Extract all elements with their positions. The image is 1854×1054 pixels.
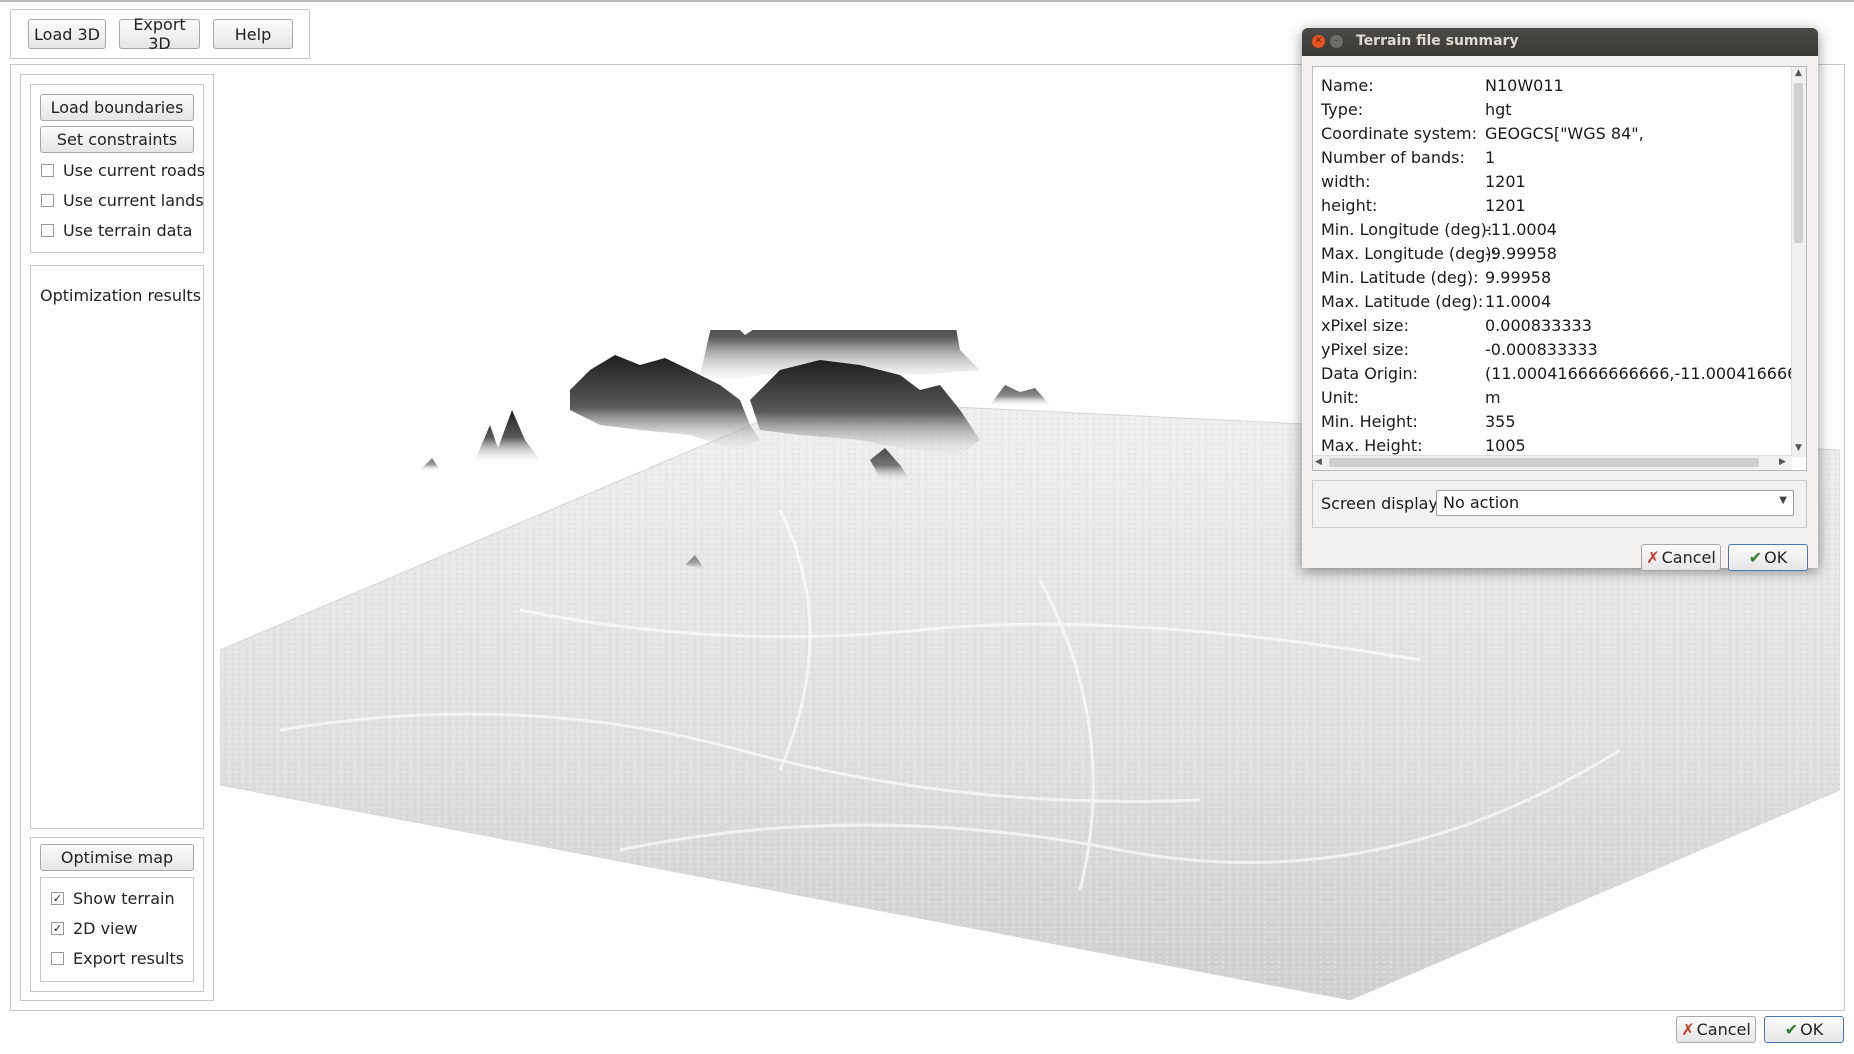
- scrollbar-thumb[interactable]: [1794, 83, 1803, 243]
- summary-key: Max. Longitude (deg):: [1321, 244, 1497, 263]
- summary-key: yPixel size:: [1321, 340, 1409, 359]
- summary-value: 355: [1485, 412, 1516, 431]
- close-icon[interactable]: ✕: [1312, 35, 1325, 48]
- show-terrain-checkbox[interactable]: ✓ Show terrain: [51, 889, 175, 908]
- summary-value: 1201: [1485, 196, 1526, 215]
- scroll-down-icon[interactable]: ▼: [1795, 443, 1802, 453]
- dialog-ok-label: OK: [1764, 548, 1788, 567]
- use-current-lands-label: Use current lands: [63, 191, 204, 210]
- summary-key: Min. Latitude (deg):: [1321, 268, 1479, 287]
- show-terrain-label: Show terrain: [73, 889, 175, 908]
- summary-key: Name:: [1321, 76, 1374, 95]
- use-current-roads-label: Use current roads: [63, 161, 206, 180]
- summary-key: xPixel size:: [1321, 316, 1409, 335]
- optimise-map-button[interactable]: Optimise map: [40, 844, 194, 871]
- screen-display-select[interactable]: No action ▼: [1436, 490, 1794, 516]
- summary-table[interactable]: Name: N10W011 Type: hgt Coordinate system: GE…: [1312, 66, 1807, 471]
- cancel-x-icon: ✗: [1646, 548, 1660, 567]
- summary-key: Number of bands:: [1321, 148, 1465, 167]
- summary-value: -0.000833333: [1485, 340, 1598, 359]
- hscrollbar-thumb[interactable]: [1329, 458, 1759, 467]
- checkbox-box: [51, 952, 64, 965]
- checkmark-icon: ✓: [51, 892, 64, 905]
- summary-value: (11.000416666666666,-11.00041666666: [1485, 364, 1807, 383]
- footer-ok-button[interactable]: ✔ OK: [1764, 1016, 1844, 1043]
- view-2d-checkbox[interactable]: ✓ 2D view: [51, 919, 137, 938]
- optimization-results-label: Optimization results: [40, 286, 202, 305]
- dialog-title: Terrain file summary: [1356, 33, 1519, 49]
- summary-value: hgt: [1485, 100, 1512, 119]
- summary-value: 1: [1485, 148, 1496, 167]
- ok-check-icon: ✔: [1748, 548, 1763, 567]
- use-terrain-data-label: Use terrain data: [63, 221, 193, 240]
- load-3d-button[interactable]: Load 3D: [28, 19, 106, 49]
- footer-cancel-button[interactable]: ✗ Cancel: [1676, 1016, 1756, 1043]
- summary-value: 1201: [1485, 172, 1526, 191]
- use-current-lands-checkbox[interactable]: Use current lands: [41, 191, 204, 210]
- summary-value: -11.0004: [1485, 220, 1557, 239]
- summary-value: N10W011: [1485, 76, 1564, 95]
- summary-key: Max. Latitude (deg):: [1321, 292, 1484, 311]
- vertical-scrollbar[interactable]: ▲ ▼: [1791, 67, 1806, 457]
- footer-ok-label: OK: [1800, 1020, 1824, 1039]
- summary-key: width:: [1321, 172, 1371, 191]
- dialog-ok-button[interactable]: ✔ OK: [1728, 544, 1808, 571]
- summary-key: Unit:: [1321, 388, 1359, 407]
- screen-display-value: No action: [1443, 493, 1520, 512]
- checkmark-icon: ✓: [51, 922, 64, 935]
- summary-key: Min. Longitude (deg):: [1321, 220, 1493, 239]
- export-results-label: Export results: [73, 949, 185, 968]
- horizontal-scrollbar[interactable]: ◀ ▶: [1313, 455, 1792, 470]
- summary-key: Type:: [1321, 100, 1364, 119]
- top-bar-line: [0, 0, 1854, 2]
- cancel-x-icon: ✗: [1681, 1020, 1695, 1039]
- summary-value: GEOGCS["WGS 84",: [1485, 124, 1644, 143]
- summary-key: height:: [1321, 196, 1378, 215]
- set-constraints-button[interactable]: Set constraints: [40, 126, 194, 153]
- dialog-titlebar[interactable]: ✕ – Terrain file summary: [1302, 28, 1818, 56]
- terrain-summary-dialog: ✕ – Terrain file summary Name: N10W011 Typ…: [1302, 28, 1818, 571]
- summary-value: -9.99958: [1485, 244, 1557, 263]
- summary-value: 11.0004: [1485, 292, 1552, 311]
- dialog-cancel-label: Cancel: [1661, 548, 1716, 567]
- use-terrain-data-checkbox[interactable]: Use terrain data: [41, 221, 192, 240]
- export-results-checkbox[interactable]: Export results: [51, 949, 184, 968]
- optimization-results-panel: [30, 265, 204, 829]
- summary-key: Min. Height:: [1321, 412, 1418, 431]
- screen-display-label: Screen display:: [1321, 494, 1443, 513]
- scroll-left-icon[interactable]: ◀: [1315, 457, 1322, 467]
- checkbox-box: [41, 194, 54, 207]
- ok-check-icon: ✔: [1784, 1020, 1799, 1039]
- dialog-cancel-button[interactable]: ✗ Cancel: [1641, 544, 1721, 571]
- minimize-icon[interactable]: –: [1330, 35, 1343, 48]
- summary-value: m: [1485, 388, 1501, 407]
- scroll-up-icon[interactable]: ▲: [1795, 68, 1802, 78]
- checkbox-box: [41, 224, 54, 237]
- export-3d-button[interactable]: Export 3D: [119, 15, 200, 53]
- load-boundaries-button[interactable]: Load boundaries: [40, 94, 194, 121]
- summary-value: 9.99958: [1485, 268, 1552, 287]
- summary-key: Coordinate system:: [1321, 124, 1478, 143]
- summary-value: 0.000833333: [1485, 316, 1592, 335]
- screen-display-group: Screen display: No action ▼: [1312, 480, 1807, 528]
- summary-key: Max. Height:: [1321, 436, 1423, 455]
- chevron-down-icon: ▼: [1779, 495, 1787, 506]
- checkbox-box: [41, 164, 54, 177]
- scroll-right-icon[interactable]: ▶: [1779, 457, 1786, 467]
- help-button[interactable]: Help: [213, 19, 293, 49]
- summary-value: 1005: [1485, 436, 1526, 455]
- summary-key: Data Origin:: [1321, 364, 1419, 383]
- view-2d-label: 2D view: [73, 919, 138, 938]
- footer-cancel-label: Cancel: [1696, 1020, 1751, 1039]
- use-current-roads-checkbox[interactable]: Use current roads: [41, 161, 205, 180]
